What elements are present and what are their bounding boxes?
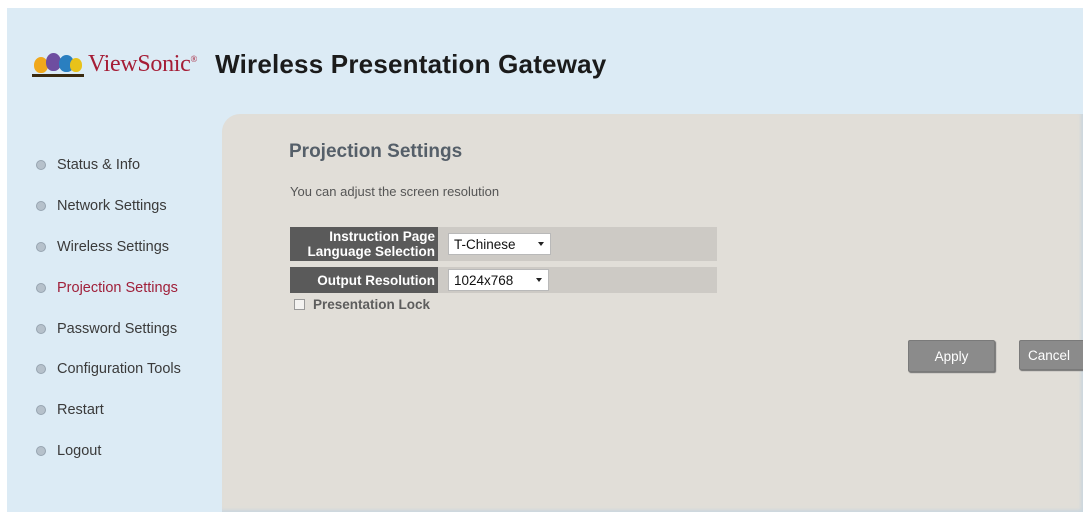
output-resolution-label: Output Resolution bbox=[290, 267, 438, 293]
bullet-icon bbox=[36, 201, 46, 212]
sidebar-item-restart[interactable]: Restart bbox=[36, 390, 181, 431]
chevron-down-icon bbox=[538, 242, 544, 246]
bullet-icon bbox=[36, 323, 46, 334]
sidebar-item-logout[interactable]: Logout bbox=[36, 431, 181, 472]
language-selection-label: Instruction Page Language Selection bbox=[290, 227, 438, 261]
language-selection-row: Instruction Page Language Selection T-Ch… bbox=[290, 227, 717, 261]
sidebar-item-label: Logout bbox=[57, 442, 102, 459]
presentation-lock-label: Presentation Lock bbox=[313, 297, 431, 312]
bullet-icon bbox=[36, 241, 46, 252]
sidebar-item-projection-settings[interactable]: Projection Settings bbox=[36, 267, 181, 308]
sidebar-item-label: Configuration Tools bbox=[57, 361, 181, 378]
app-title: Wireless Presentation Gateway bbox=[215, 48, 607, 79]
sidebar-item-password-settings[interactable]: Password Settings bbox=[36, 308, 181, 349]
sidebar-item-network-settings[interactable]: Network Settings bbox=[36, 186, 181, 227]
apply-button[interactable]: Apply bbox=[908, 340, 995, 372]
sidebar-item-wireless-settings[interactable]: Wireless Settings bbox=[36, 227, 181, 268]
header: ViewSonic® Wireless Presentation Gateway bbox=[32, 44, 606, 84]
resolution-select-value: 1024x768 bbox=[454, 272, 514, 288]
viewsonic-birds-logo-icon bbox=[32, 49, 84, 79]
brand-logo: ViewSonic® bbox=[88, 50, 198, 77]
language-select[interactable]: T-Chinese bbox=[448, 233, 551, 255]
page-title: Projection Settings bbox=[289, 141, 463, 162]
presentation-lock-checkbox[interactable] bbox=[294, 299, 305, 310]
sidebar-item-status-info[interactable]: Status & Info bbox=[36, 145, 181, 186]
sidebar-item-label: Restart bbox=[57, 402, 104, 419]
sidebar-item-label: Wireless Settings bbox=[57, 238, 170, 255]
sidebar-item-label: Password Settings bbox=[57, 320, 178, 337]
sidebar-item-label: Status & Info bbox=[57, 157, 141, 174]
sidebar-nav: Status & Info Network Settings Wireless … bbox=[36, 145, 181, 471]
chevron-down-icon bbox=[536, 278, 542, 282]
bullet-icon bbox=[36, 405, 46, 416]
bullet-icon bbox=[36, 364, 46, 375]
sidebar-item-configuration-tools[interactable]: Configuration Tools bbox=[36, 349, 181, 390]
presentation-lock-option: Presentation Lock bbox=[294, 297, 430, 312]
cancel-button[interactable]: Cancel bbox=[1019, 340, 1083, 370]
bullet-icon bbox=[36, 445, 46, 456]
sidebar-item-label: Network Settings bbox=[57, 198, 167, 215]
bullet-icon bbox=[36, 160, 46, 171]
sidebar-item-label: Projection Settings bbox=[57, 279, 178, 296]
page-description: You can adjust the screen resolution bbox=[290, 184, 500, 199]
content-panel: Projection Settings You can adjust the s… bbox=[222, 114, 1083, 512]
bullet-icon bbox=[36, 282, 46, 293]
resolution-select[interactable]: 1024x768 bbox=[448, 269, 549, 291]
language-select-value: T-Chinese bbox=[454, 236, 516, 252]
output-resolution-row: Output Resolution 1024x768 bbox=[290, 267, 717, 293]
